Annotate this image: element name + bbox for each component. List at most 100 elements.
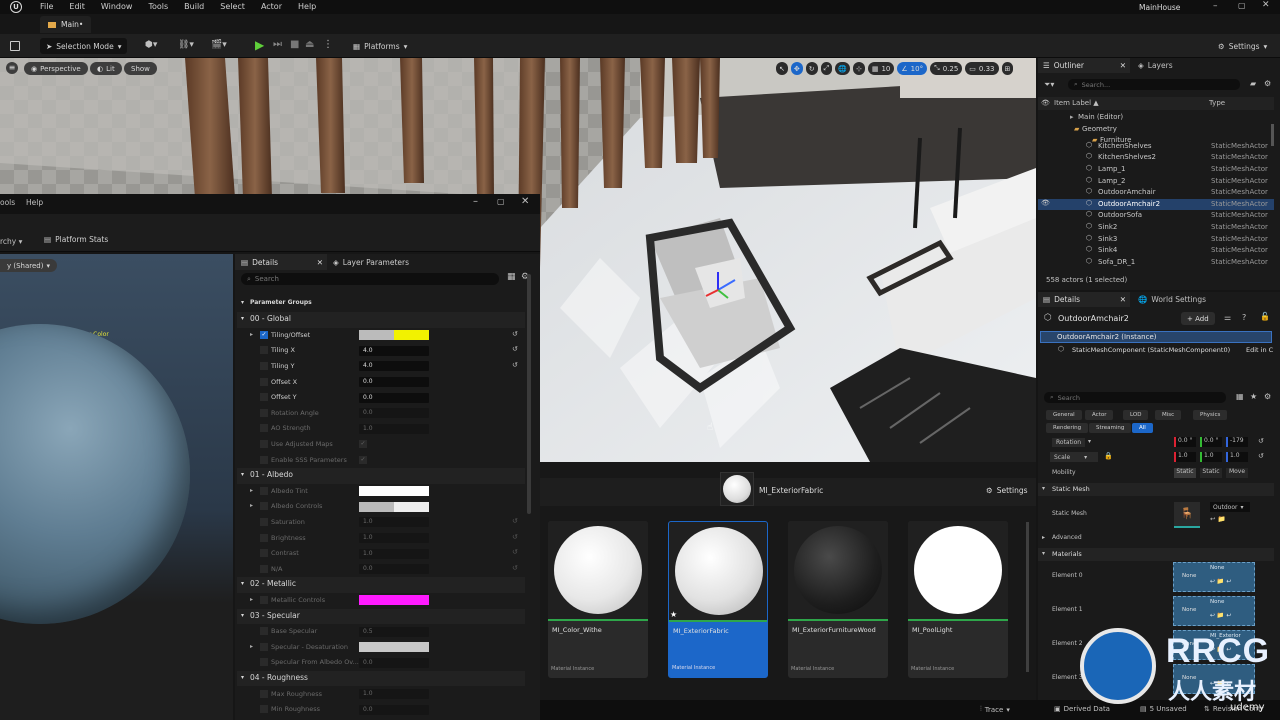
override-checkbox[interactable] bbox=[260, 455, 268, 464]
parameter-value-input[interactable]: 4.0 bbox=[359, 345, 429, 356]
parameter-checkbox[interactable]: ✓ bbox=[359, 439, 367, 448]
category-all-button[interactable]: All bbox=[1132, 423, 1153, 433]
asset-tile[interactable]: MI_Color_Withe Material Instance bbox=[548, 521, 648, 678]
mobility-static-button[interactable]: Static bbox=[1174, 468, 1196, 478]
outliner-row[interactable]: ⬡ OutdoorAmchair StaticMeshActor bbox=[1038, 187, 1274, 199]
outliner-row[interactable]: ⬡ Lamp_1 StaticMeshActor bbox=[1038, 164, 1274, 176]
browse-mesh-icons[interactable]: ↩ 📁 bbox=[1210, 515, 1226, 523]
edit-in-link[interactable]: Edit in C bbox=[1246, 346, 1273, 354]
parameter-value-input[interactable]: 1.0 bbox=[359, 533, 429, 543]
scale-z[interactable]: 1.0 bbox=[1226, 452, 1248, 462]
show-button[interactable]: Show bbox=[124, 62, 157, 75]
override-checkbox[interactable] bbox=[260, 595, 268, 604]
mat-menu-tools[interactable]: ools bbox=[0, 198, 15, 207]
outliner-row[interactable]: ⬡ Sink4 StaticMeshActor bbox=[1038, 245, 1274, 257]
reset-icon[interactable]: ↺ bbox=[512, 330, 518, 338]
color-swatch[interactable] bbox=[359, 595, 429, 606]
hierarchy-button[interactable]: rchy ▾ bbox=[0, 237, 22, 246]
tab-close-icon[interactable]: ✕ bbox=[1120, 295, 1126, 304]
rotate-tool-icon[interactable]: ↻ bbox=[805, 62, 818, 75]
mat-minimize-icon[interactable]: – bbox=[473, 196, 478, 207]
outliner-row[interactable]: ⬡ Sofa_DR_1 StaticMeshActor bbox=[1038, 257, 1274, 269]
parameter-value-input[interactable]: 1.0 bbox=[359, 423, 429, 434]
tab-close-icon[interactable]: ✕ bbox=[317, 258, 323, 267]
override-checkbox[interactable] bbox=[260, 642, 268, 651]
surface-snap-icon[interactable]: ⊹ bbox=[852, 62, 865, 75]
current-asset-thumb[interactable] bbox=[720, 472, 754, 506]
material-element-dropdown[interactable]: None bbox=[1210, 565, 1224, 571]
override-checkbox[interactable] bbox=[260, 658, 268, 667]
details-tab[interactable]: ▤ Details ✕ bbox=[1038, 292, 1130, 307]
reset-icon[interactable]: ↺ bbox=[1258, 452, 1264, 460]
override-checkbox[interactable] bbox=[260, 377, 268, 386]
outliner-row[interactable]: ⬡ KitchenShelves StaticMeshActor bbox=[1038, 141, 1274, 153]
mat-menu-help[interactable]: Help bbox=[26, 198, 43, 207]
static-mesh-section-header[interactable]: ▾ Static Mesh bbox=[1038, 483, 1274, 496]
content-scrollbar[interactable] bbox=[1026, 522, 1029, 672]
outliner-tab[interactable]: ☰ Outliner ✕ bbox=[1038, 58, 1130, 73]
override-checkbox[interactable] bbox=[260, 424, 268, 433]
parameter-checkbox[interactable]: ✓ bbox=[359, 455, 367, 464]
parameter-section-header[interactable]: ▾ 00 - Global bbox=[237, 312, 525, 328]
outliner-row[interactable]: ⬡ KitchenShelves2 StaticMeshActor bbox=[1038, 152, 1274, 164]
override-checkbox[interactable] bbox=[260, 393, 268, 402]
lit-button[interactable]: ◐ Lit bbox=[90, 62, 122, 75]
parameter-value-input[interactable]: 0.0 bbox=[359, 392, 429, 403]
parameter-value-input[interactable]: 1.0 bbox=[359, 548, 429, 559]
static-mesh-component-row[interactable]: ⬡ StaticMeshComponent (StaticMeshCompone… bbox=[1040, 344, 1273, 356]
override-checkbox[interactable] bbox=[260, 439, 268, 448]
reset-icon[interactable]: ↺ bbox=[1258, 437, 1264, 445]
outliner-row[interactable]: ⬡ Sink2 StaticMeshActor bbox=[1038, 222, 1274, 234]
override-checkbox[interactable] bbox=[260, 502, 268, 511]
world-settings-tab[interactable]: 🌐 World Settings bbox=[1134, 292, 1206, 307]
asset-tile[interactable]: ★ MI_ExteriorFabric Material Instance bbox=[668, 521, 768, 678]
outliner-row[interactable]: ⬡ Sink3 StaticMeshActor bbox=[1038, 234, 1274, 246]
parameter-section-header[interactable]: ▾ 03 - Specular bbox=[237, 608, 525, 625]
parameter-value-input[interactable]: 1.0 bbox=[359, 689, 429, 699]
tab-close-icon[interactable]: ✕ bbox=[1120, 61, 1126, 70]
eject-icon[interactable]: ⏏ bbox=[305, 39, 314, 50]
parameter-value-input[interactable]: 0.0 bbox=[359, 408, 429, 419]
override-checkbox[interactable] bbox=[260, 408, 268, 417]
category-actor-button[interactable]: Actor bbox=[1085, 410, 1114, 420]
platforms-button[interactable]: ▦ Platforms ▾ bbox=[347, 38, 413, 54]
save-icon[interactable] bbox=[10, 41, 20, 51]
skip-icon[interactable]: ⏭ bbox=[273, 39, 282, 50]
details-settings-icon[interactable]: ⚙ bbox=[1264, 392, 1271, 401]
category-misc-button[interactable]: Misc bbox=[1155, 410, 1182, 420]
advanced-row[interactable]: ▸ Advanced bbox=[1038, 532, 1274, 545]
scale-x[interactable]: 1.0 bbox=[1174, 452, 1196, 462]
chevron-right-icon[interactable]: ▸ bbox=[250, 502, 253, 509]
menu-item-window[interactable]: Window bbox=[101, 2, 133, 11]
material-element-slot[interactable]: None None ↩ 📁 ↩ bbox=[1173, 596, 1255, 626]
favorite-star-icon[interactable]: ★ bbox=[1250, 392, 1257, 401]
help-icon[interactable]: ? bbox=[1242, 313, 1246, 322]
chevron-right-icon[interactable]: ▸ bbox=[250, 643, 253, 650]
camera-speed-button[interactable]: ▭ 0.33 bbox=[965, 62, 999, 75]
category-rendering-button[interactable]: Rendering bbox=[1046, 423, 1089, 433]
menu-item-edit[interactable]: Edit bbox=[69, 2, 85, 11]
blueprint-icon[interactable]: ⛓▾ bbox=[178, 40, 194, 50]
eye-icon[interactable]: 👁 bbox=[1041, 199, 1050, 207]
scale-y[interactable]: 1.0 bbox=[1200, 452, 1222, 462]
material-element-slot[interactable]: None None ↩ 📁 ↩ bbox=[1173, 562, 1255, 592]
menu-item-tools[interactable]: Tools bbox=[148, 2, 168, 11]
category-physics-button[interactable]: Physics bbox=[1193, 410, 1228, 420]
override-checkbox[interactable] bbox=[260, 564, 268, 573]
parameter-value-input[interactable]: 0.5 bbox=[359, 626, 429, 637]
browse-icons[interactable]: ↩ 📁 ↩ bbox=[1210, 578, 1231, 585]
outliner-tree-node[interactable]: ▸ Main (Editor) bbox=[1038, 112, 1274, 124]
mat-maximize-icon[interactable]: ▢ bbox=[497, 197, 505, 206]
stop-icon[interactable]: ■ bbox=[290, 39, 299, 50]
mobility-stationary-button[interactable]: Static bbox=[1200, 468, 1222, 478]
move-tool-icon[interactable]: ✥ bbox=[790, 62, 803, 75]
override-checkbox[interactable] bbox=[260, 517, 268, 526]
reset-icon[interactable]: ↺ bbox=[512, 533, 518, 541]
material-element-dropdown[interactable]: None bbox=[1210, 599, 1224, 605]
more-options-icon[interactable]: ⋮ bbox=[323, 39, 333, 50]
level-tab[interactable]: Main• bbox=[40, 16, 92, 33]
menu-item-build[interactable]: Build bbox=[184, 2, 204, 11]
browse-icons[interactable]: ↩ 📁 ↩ bbox=[1210, 612, 1231, 619]
mat-close-icon[interactable]: ✕ bbox=[521, 196, 529, 207]
layers-tab[interactable]: ◈ Layers bbox=[1134, 58, 1173, 73]
